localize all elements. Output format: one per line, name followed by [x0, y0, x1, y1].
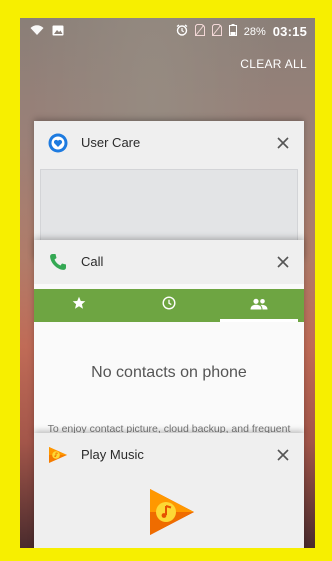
close-icon[interactable]: [272, 251, 294, 273]
contacts-empty-state: No contacts on phone To enjoy contact pi…: [34, 322, 304, 435]
clock-icon: [162, 296, 176, 315]
people-icon: [250, 297, 268, 315]
app-title: Play Music: [81, 447, 144, 462]
phone-handset-icon: [48, 252, 68, 272]
close-icon[interactable]: [272, 444, 294, 466]
user-care-heart-icon: [48, 133, 68, 153]
battery-percent: 28%: [243, 25, 266, 38]
alarm-icon: [176, 24, 188, 39]
battery-icon: [228, 24, 237, 39]
play-music-logo-icon: [148, 487, 196, 542]
recent-card-call[interactable]: Call No contacts on phone To enjoy conta…: [34, 240, 304, 435]
close-icon[interactable]: [272, 132, 294, 154]
wifi-icon: [30, 25, 44, 39]
phone-screen: 28% 03:15 CLEAR ALL User Care Call No co…: [20, 18, 315, 548]
status-bar: 28% 03:15: [20, 18, 315, 46]
app-title: User Care: [81, 135, 141, 150]
card-header: Call: [34, 240, 304, 284]
no-sim-2-icon: [211, 24, 222, 39]
star-icon: [72, 296, 86, 315]
no-sim-1-icon: [194, 24, 205, 39]
play-music-icon: [48, 445, 68, 465]
clear-all-button[interactable]: CLEAR ALL: [240, 57, 307, 71]
clock-time: 03:15: [272, 24, 307, 39]
recent-card-play-music[interactable]: Play Music: [34, 433, 304, 548]
card-header: Play Music: [34, 433, 304, 477]
card-header: User Care: [34, 121, 304, 165]
empty-state-title: No contacts on phone: [91, 364, 247, 381]
tab-contacts[interactable]: [214, 289, 304, 322]
app-preview: [34, 477, 304, 548]
tab-recents[interactable]: [124, 289, 214, 322]
app-title: Call: [81, 254, 104, 269]
call-tab-bar: [34, 289, 304, 322]
gallery-notification-icon: [52, 25, 64, 39]
tab-favorites[interactable]: [34, 289, 124, 322]
